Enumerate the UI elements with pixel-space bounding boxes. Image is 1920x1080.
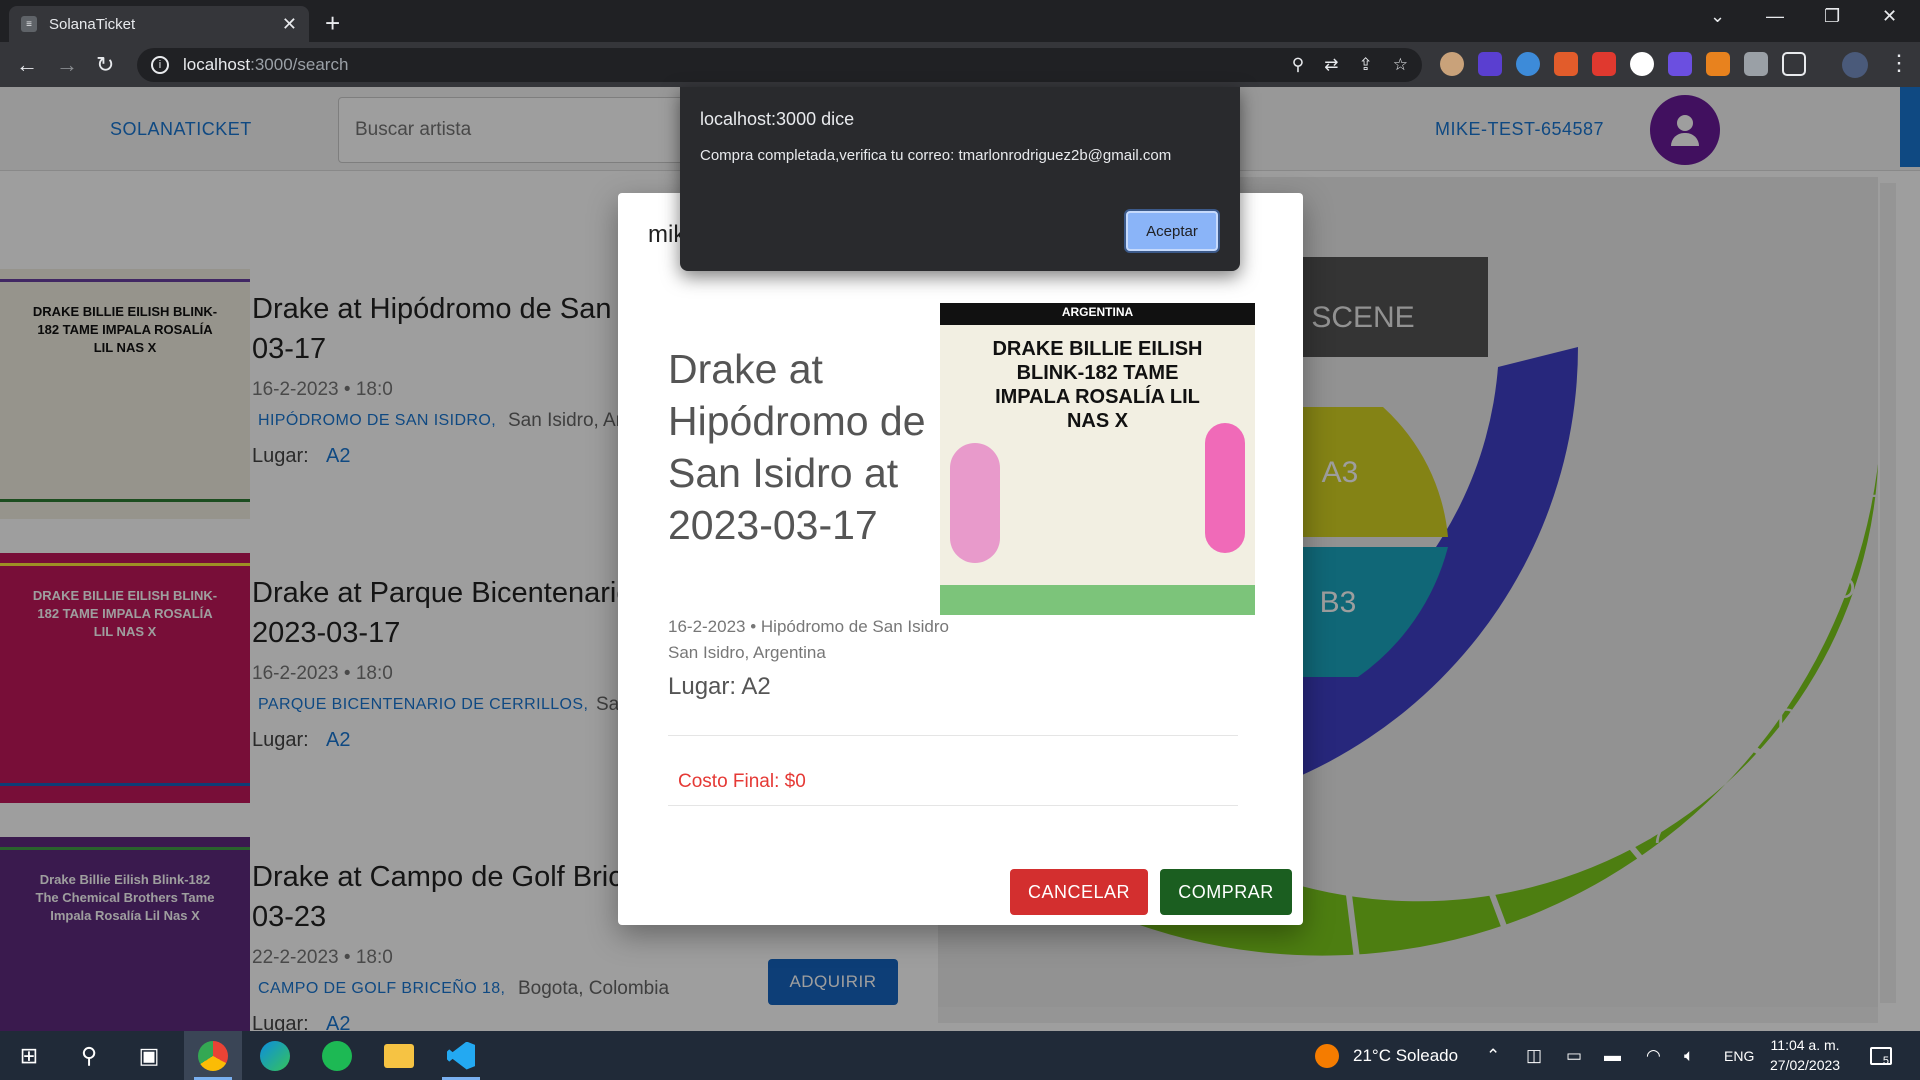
- back-icon[interactable]: ←: [16, 52, 38, 78]
- wifi-icon[interactable]: ◠: [1646, 1031, 1661, 1080]
- profile-avatar-icon[interactable]: [1842, 52, 1868, 78]
- buy-button[interactable]: COMPRAR: [1160, 869, 1292, 915]
- alert-title: localhost:3000 dice: [700, 109, 855, 129]
- final-cost: Costo Final: $0: [678, 771, 806, 792]
- modal-event-poster: ARGENTINA DRAKE BILLIE EILISH BLINK-182 …: [940, 303, 1255, 615]
- file-explorer-icon[interactable]: [370, 1031, 428, 1080]
- modal-date-venue: 16-2-2023 • Hipódromo de San Isidro: [668, 617, 949, 636]
- extension-icon[interactable]: [1478, 52, 1502, 76]
- reload-icon[interactable]: ↻: [96, 52, 114, 78]
- language-indicator[interactable]: ENG: [1724, 1031, 1754, 1080]
- cancel-button[interactable]: CANCELAR: [1010, 869, 1148, 915]
- address-bar[interactable]: i localhost :3000/search ⚲ ⇄ ⇪ ☆: [137, 48, 1422, 82]
- extension-icon[interactable]: [1592, 52, 1616, 76]
- modal-lugar: Lugar: A2: [668, 673, 771, 700]
- translate-icon[interactable]: ⇄: [1324, 55, 1338, 75]
- modal-city: San Isidro, Argentina: [668, 643, 826, 662]
- site-info-icon[interactable]: i: [151, 56, 169, 74]
- divider: [668, 805, 1238, 806]
- purchase-modal: mik Drake at Hipódromo de San Isidro at …: [618, 193, 1303, 925]
- extensions-bar: [1440, 52, 1806, 76]
- browser-toolbar: ← → ↻ i localhost :3000/search ⚲ ⇄ ⇪ ☆ ⋮: [0, 42, 1920, 87]
- divider: [668, 735, 1238, 736]
- extension-icon[interactable]: [1440, 52, 1464, 76]
- spotify-taskbar-icon[interactable]: [308, 1031, 366, 1080]
- restore-icon[interactable]: ❐: [1824, 6, 1840, 27]
- notifications-icon[interactable]: 5: [1870, 1031, 1892, 1080]
- extension-icon[interactable]: [1554, 52, 1578, 76]
- chrome-taskbar-icon[interactable]: [184, 1031, 242, 1080]
- forward-icon[interactable]: →: [56, 52, 78, 78]
- minimize-icon[interactable]: —: [1766, 6, 1784, 27]
- sun-icon: [1315, 1043, 1339, 1068]
- tray-app-icon[interactable]: ▭: [1566, 1031, 1582, 1080]
- bookmark-star-icon[interactable]: ☆: [1393, 55, 1408, 75]
- url-path: :3000/search: [250, 55, 349, 74]
- side-panel-icon[interactable]: [1782, 52, 1806, 76]
- windows-taskbar: ⊞ ⚲ ▣ 21°C Soleado ⌃ ◫ ▭ ▬ ◠ 🔈︎ ENG 11:0…: [0, 1031, 1920, 1080]
- tray-chevron-icon[interactable]: ⌃: [1486, 1031, 1500, 1080]
- new-tab-icon[interactable]: +: [325, 8, 340, 39]
- close-tab-icon[interactable]: ✕: [282, 14, 297, 35]
- location-icon[interactable]: ⚲: [1292, 55, 1304, 75]
- alert-accept-button[interactable]: Aceptar: [1126, 211, 1218, 251]
- system-clock[interactable]: 11:04 a. m. 27/02/2023: [1770, 1035, 1840, 1075]
- modal-event-title: Drake at Hipódromo de San Isidro at 2023…: [668, 346, 926, 548]
- start-windows-icon[interactable]: ⊞: [0, 1031, 58, 1080]
- clock-date: 27/02/2023: [1770, 1057, 1841, 1073]
- extension-icon[interactable]: [1516, 52, 1540, 76]
- volume-icon[interactable]: 🔈︎: [1684, 1031, 1694, 1080]
- chrome-menu-icon[interactable]: ⋮: [1888, 50, 1910, 76]
- tab-title: SolanaTicket: [49, 15, 136, 33]
- weather-widget[interactable]: 21°C Soleado: [1315, 1031, 1458, 1080]
- extension-icon[interactable]: [1630, 52, 1654, 76]
- puzzle-extensions-icon[interactable]: [1744, 52, 1768, 76]
- browser-tab[interactable]: ≡ SolanaTicket ✕: [9, 6, 309, 42]
- browser-tab-bar: ≡ SolanaTicket ✕ + ⌄ — ❐ ✕: [0, 0, 1920, 42]
- close-window-icon[interactable]: ✕: [1882, 6, 1897, 27]
- battery-icon[interactable]: ▬: [1604, 1031, 1621, 1080]
- share-icon[interactable]: ⇪: [1359, 55, 1373, 75]
- extension-icon[interactable]: [1668, 52, 1692, 76]
- task-view-icon[interactable]: ▣: [120, 1031, 178, 1080]
- tab-favicon-icon: ≡: [21, 16, 37, 32]
- url-host: localhost: [183, 55, 251, 74]
- tab-search-icon[interactable]: ⌄: [1710, 6, 1725, 27]
- search-icon[interactable]: ⚲: [60, 1031, 118, 1080]
- clock-time: 11:04 a. m.: [1770, 1037, 1840, 1053]
- weather-text: 21°C Soleado: [1353, 1045, 1459, 1065]
- edge-taskbar-icon[interactable]: [246, 1031, 304, 1080]
- tray-meet-icon[interactable]: ◫: [1526, 1031, 1542, 1080]
- metamask-icon[interactable]: [1706, 52, 1730, 76]
- vscode-taskbar-icon[interactable]: [432, 1031, 490, 1080]
- alert-message: Compra completada,verifica tu correo: tm…: [700, 147, 1172, 164]
- js-alert-dialog: localhost:3000 dice Compra completada,ve…: [680, 87, 1240, 271]
